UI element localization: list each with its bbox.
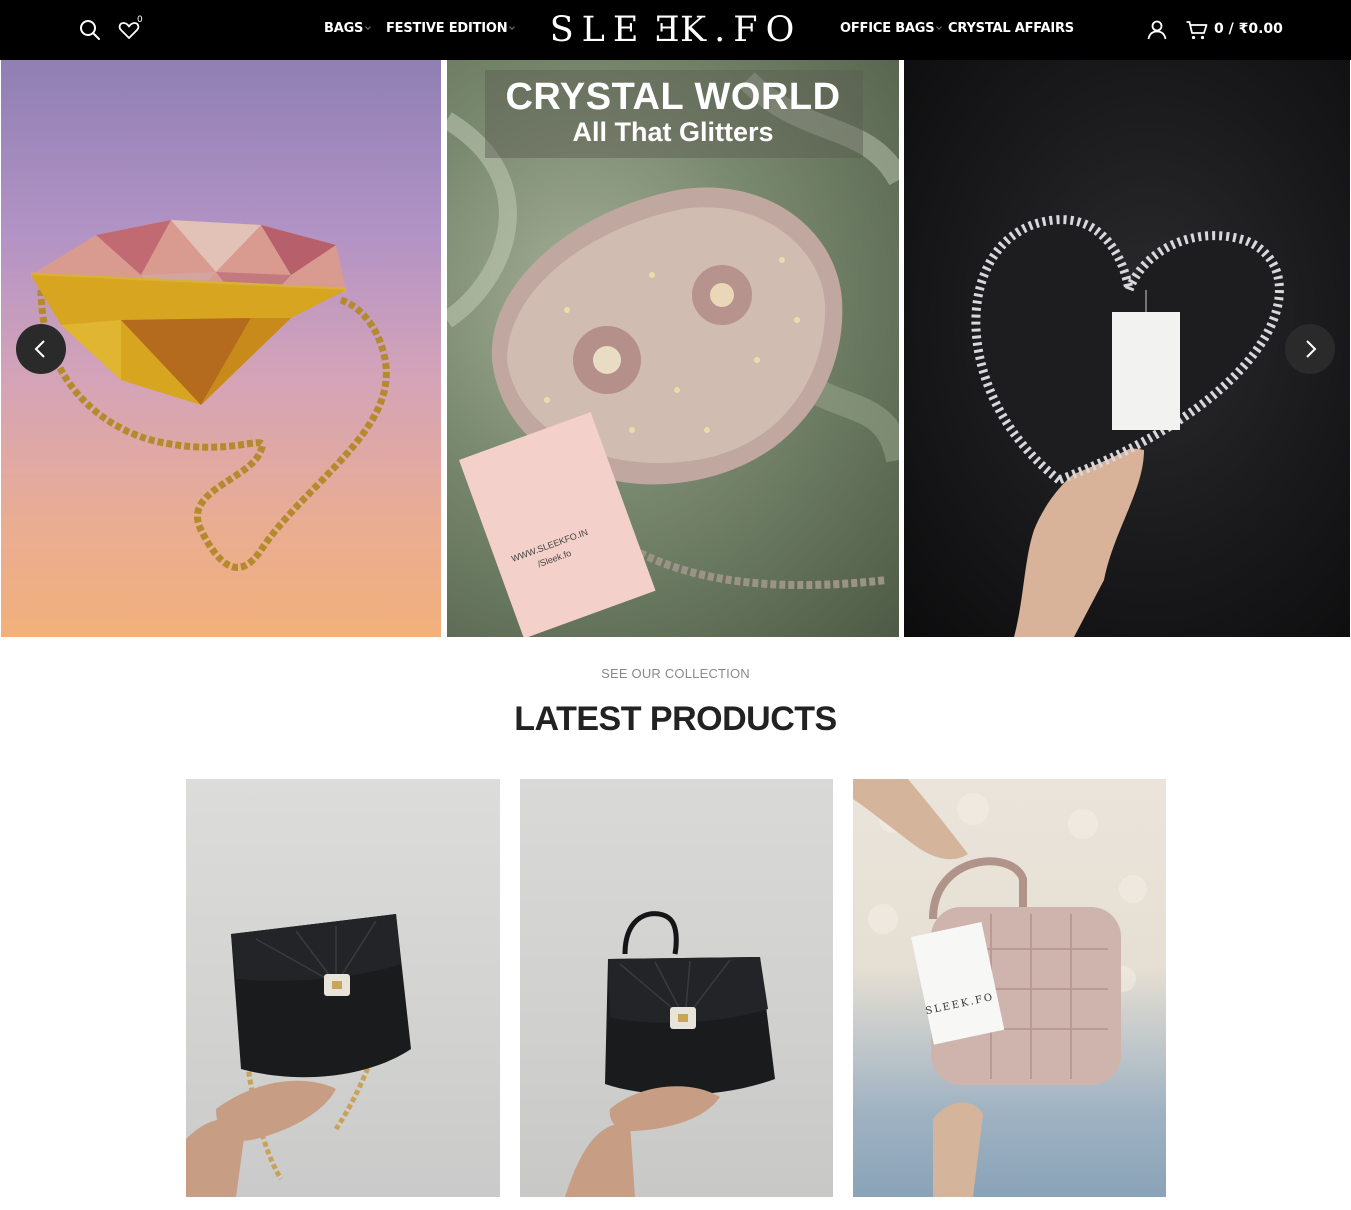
diamond-clutch-image — [30, 220, 390, 571]
nav-festive-edition[interactable]: FESTIVE EDITION — [386, 21, 516, 36]
slider-prev-button[interactable] — [16, 324, 66, 374]
black-chain-shoulder-bag-image — [186, 914, 411, 1197]
site-logo[interactable]: SLEEK.FO — [538, 10, 814, 50]
nav-bags[interactable]: BAGS — [324, 21, 372, 36]
chevron-right-icon — [1306, 340, 1317, 358]
nav-bags-label: BAGS — [324, 21, 364, 36]
product-card[interactable] — [520, 779, 833, 1197]
nav-office-bags-label: OFFICE BAGS — [840, 21, 935, 36]
logo-text-start: SLE — [549, 10, 647, 50]
wishlist-count: 0 — [137, 15, 143, 25]
logo-mirrored-letter: E — [646, 10, 681, 50]
chevron-left-icon — [34, 340, 45, 358]
hero-slider: CRYSTAL WORLD All That Glitters WWW.SLEE… — [0, 60, 1351, 637]
product-card[interactable] — [186, 779, 500, 1197]
chevron-down-icon — [509, 24, 516, 30]
site-header: 0 BAGS FESTIVE EDITION SLEEK.FO OFFICE B… — [0, 0, 1351, 60]
nav-crystal-affairs-label: CRYSTAL AFFAIRS — [948, 21, 1074, 36]
search-icon[interactable] — [78, 18, 102, 42]
nav-office-bags[interactable]: OFFICE BAGS — [840, 21, 943, 36]
black-top-handle-bag-image — [565, 911, 775, 1197]
product-card[interactable]: SLEEK.FO — [853, 779, 1166, 1197]
slide-heart-bag[interactable] — [904, 60, 1350, 637]
slide-title: CRYSTAL WORLD — [505, 76, 841, 118]
section-eyebrow: SEE OUR COLLECTION — [601, 666, 750, 681]
nav-crystal-affairs[interactable]: CRYSTAL AFFAIRS — [948, 21, 1074, 36]
slide-diamond-clutch[interactable] — [1, 60, 441, 637]
cart-summary[interactable]: 0 / ₹0.00 — [1214, 21, 1283, 37]
heart-bag-image — [971, 215, 1284, 637]
slider-next-button[interactable] — [1285, 324, 1335, 374]
pink-quilted-box-bag-image — [853, 779, 1147, 1197]
nav-festive-edition-label: FESTIVE EDITION — [386, 21, 508, 36]
chevron-down-icon — [365, 24, 372, 30]
cart-icon[interactable] — [1185, 18, 1209, 42]
logo-text-end: K.FO — [680, 10, 803, 50]
section-title: LATEST PRODUCTS — [514, 700, 837, 738]
slide-subtitle: All That Glitters — [572, 117, 774, 147]
chevron-down-icon — [936, 24, 943, 30]
user-icon[interactable] — [1145, 18, 1169, 42]
slide-crystal-world[interactable]: CRYSTAL WORLD All That Glitters WWW.SLEE… — [447, 60, 899, 637]
